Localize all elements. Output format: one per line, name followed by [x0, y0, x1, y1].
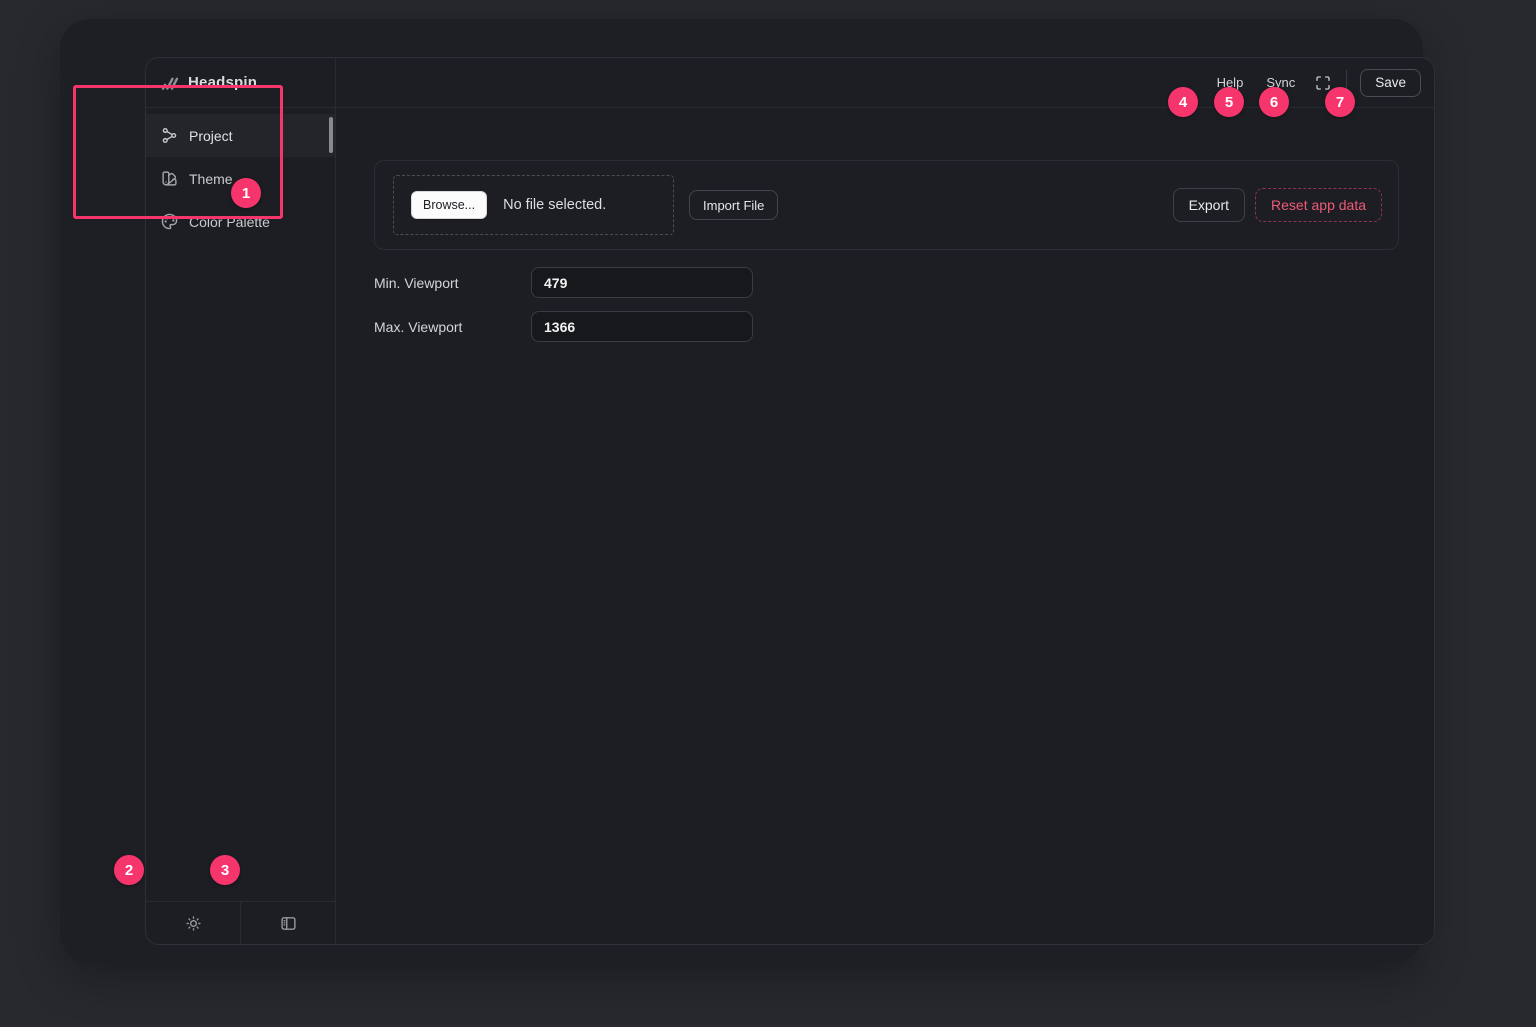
card-actions: Export Reset app data: [1173, 188, 1382, 222]
panel-left-icon: [280, 915, 297, 932]
export-button[interactable]: Export: [1173, 188, 1245, 222]
max-viewport-label: Max. Viewport: [374, 319, 531, 335]
sidebar-scrollbar-thumb[interactable]: [329, 117, 333, 153]
share-nodes-icon: [161, 127, 178, 144]
app-title: Headspin: [188, 74, 257, 91]
min-viewport-row: Min. Viewport: [374, 267, 753, 298]
sidebar-item-label: Theme: [189, 171, 233, 187]
sidebar-item-project[interactable]: Project: [146, 114, 335, 157]
headspin-logo-icon: [160, 73, 179, 92]
min-viewport-label: Min. Viewport: [374, 275, 531, 291]
help-button[interactable]: Help: [1217, 75, 1244, 90]
expand-icon: [1315, 75, 1331, 91]
app-panel: Headspin Project: [145, 57, 1435, 945]
sidebar-item-color-palette[interactable]: Color Palette: [146, 200, 335, 243]
min-viewport-input[interactable]: [531, 267, 753, 298]
fullscreen-button[interactable]: [1315, 75, 1331, 91]
sidebar: Headspin Project: [146, 58, 336, 944]
project-file-card: Browse... No file selected. Import File …: [374, 160, 1399, 250]
sun-icon: [185, 915, 202, 932]
theme-toggle-button[interactable]: [146, 902, 241, 944]
browse-button[interactable]: Browse...: [411, 191, 487, 219]
screenshot-stage: Headspin Project: [0, 0, 1536, 1027]
sidebar-toggle-button[interactable]: [241, 902, 335, 944]
reset-app-data-button[interactable]: Reset app data: [1255, 188, 1382, 222]
app-window: Headspin Project: [60, 19, 1423, 963]
header-divider: [1346, 70, 1347, 95]
palette-icon: [161, 213, 178, 230]
sidebar-nav: Project Theme: [146, 108, 335, 243]
max-viewport-row: Max. Viewport: [374, 311, 753, 342]
main-content: Browse... No file selected. Import File …: [336, 108, 1434, 944]
swatch-book-icon: [161, 170, 178, 187]
file-input-dropzone[interactable]: Browse... No file selected.: [393, 175, 674, 235]
sidebar-item-label: Color Palette: [189, 214, 270, 230]
sidebar-footer: [146, 901, 335, 944]
save-button[interactable]: Save: [1360, 69, 1421, 97]
max-viewport-input[interactable]: [531, 311, 753, 342]
sync-button[interactable]: Sync: [1266, 75, 1295, 90]
sidebar-header: Headspin: [146, 58, 335, 108]
file-status-text: No file selected.: [503, 197, 606, 213]
sidebar-item-label: Project: [189, 128, 233, 144]
main-header: Help Sync Save: [336, 58, 1434, 108]
sidebar-item-theme[interactable]: Theme: [146, 157, 335, 200]
import-file-button[interactable]: Import File: [689, 190, 778, 220]
